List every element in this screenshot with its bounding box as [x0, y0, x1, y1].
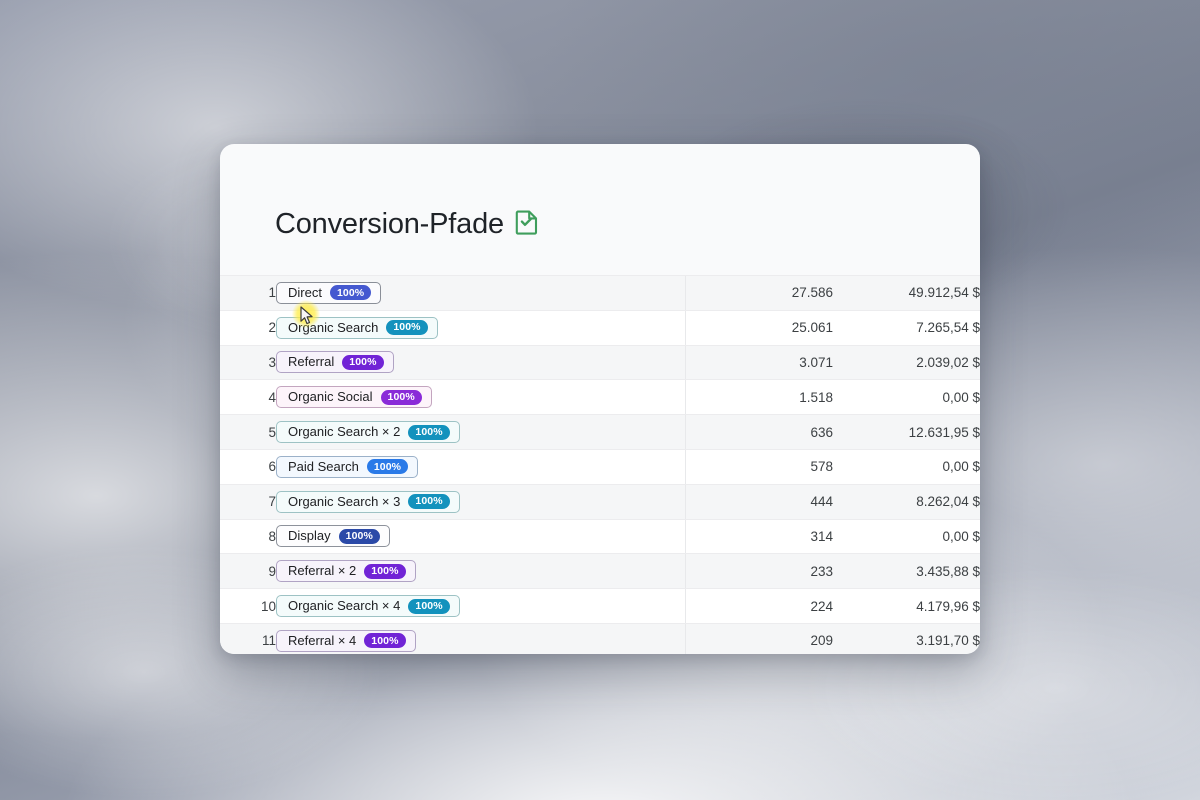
table-row[interactable]: 8 Display 100% 314 0,00 $ [220, 518, 980, 555]
path-cell: Organic Search 100% [276, 309, 685, 346]
path-chip[interactable]: Organic Search × 2 100% [276, 421, 460, 444]
conversions-cell: 233 [684, 553, 833, 590]
path-chip[interactable]: Display 100% [276, 525, 390, 548]
value-cell: 0,00 $ [833, 448, 980, 485]
path-chip-label: Organic Search × 2 [288, 424, 401, 440]
conversions-cell: 27.586 [684, 275, 833, 311]
row-index: 9 [220, 553, 276, 590]
path-chip-label: Organic Search [288, 319, 379, 335]
path-chip-label: Organic Search × 3 [288, 493, 401, 509]
value-cell: 49.912,54 $ [833, 275, 980, 311]
path-percent-badge: 100% [364, 633, 406, 649]
table-row[interactable]: 6 Paid Search 100% 578 0,00 $ [220, 448, 980, 485]
page-title: Conversion-Pfade [220, 144, 980, 243]
path-percent-badge: 100% [408, 424, 450, 440]
path-chip[interactable]: Paid Search 100% [276, 455, 419, 478]
path-cell: Organic Search × 2 100% [276, 414, 685, 450]
path-chip-label: Organic Search × 4 [288, 598, 401, 614]
path-cell: Organic Social 100% [276, 379, 685, 416]
row-index: 1 [220, 275, 276, 311]
table-row[interactable]: 1 Direct 100% 27.586 49.912,54 $ [220, 275, 980, 311]
table-body: 1 Direct 100% 27.586 49.912,54 $2 Organic Sea… [220, 275, 980, 654]
path-chip-label: Organic Social [288, 389, 373, 405]
row-index: 4 [220, 379, 276, 416]
table-row[interactable]: 10 Organic Search × 4 100% 224 4.179,96 $ [220, 588, 980, 624]
path-chip-label: Referral [288, 354, 335, 370]
conversions-cell: 444 [684, 483, 833, 520]
path-chip[interactable]: Referral 100% [276, 351, 394, 374]
table-row[interactable]: 4 Organic Social 100% 1.518 0,00 $ [220, 379, 980, 416]
path-chip-label: Referral × 2 [288, 563, 357, 579]
document-check-icon [515, 209, 539, 243]
conversions-cell: 314 [684, 518, 833, 555]
conversions-cell: 636 [684, 414, 833, 450]
path-chip[interactable]: Direct 100% [276, 281, 382, 304]
row-index: 5 [220, 414, 276, 450]
value-cell: 3.435,88 $ [833, 553, 980, 590]
path-cell: Direct 100% [276, 275, 685, 311]
row-index: 6 [220, 448, 276, 485]
path-percent-badge: 100% [386, 320, 428, 336]
value-cell: 4.179,96 $ [833, 588, 980, 624]
row-index: 11 [220, 622, 276, 654]
value-cell: 0,00 $ [833, 379, 980, 416]
path-chip[interactable]: Referral × 4 100% [276, 629, 416, 652]
path-cell: Paid Search 100% [276, 448, 685, 485]
value-cell: 0,00 $ [833, 518, 980, 555]
page-title-text: Conversion-Pfade [275, 208, 504, 240]
conversions-cell: 224 [684, 588, 833, 624]
path-percent-badge: 100% [342, 354, 384, 370]
value-cell: 8.262,04 $ [833, 483, 980, 520]
table-row[interactable]: 5 Organic Search × 2 100% 636 12.631,95 $ [220, 414, 980, 450]
path-percent-badge: 100% [408, 598, 450, 614]
value-cell: 2.039,02 $ [833, 344, 980, 381]
row-index: 3 [220, 344, 276, 381]
path-cell: Display 100% [276, 518, 685, 555]
path-percent-badge: 100% [329, 285, 372, 301]
conversions-cell: 3.071 [684, 344, 833, 381]
path-percent-badge: 100% [338, 528, 380, 544]
row-index: 2 [220, 309, 276, 346]
path-chip[interactable]: Organic Search × 3 100% [276, 490, 460, 513]
path-chip-label: Direct [288, 284, 322, 300]
value-cell: 3.191,70 $ [833, 622, 980, 654]
path-percent-badge: 100% [364, 563, 406, 579]
path-cell: Referral × 4 100% [276, 622, 685, 654]
value-cell: 12.631,95 $ [833, 414, 980, 450]
conversions-cell: 209 [684, 622, 833, 654]
table-row[interactable]: 9 Referral × 2 100% 233 3.435,88 $ [220, 553, 980, 590]
path-cell: Organic Search × 4 100% [276, 588, 685, 624]
value-cell: 7.265,54 $ [833, 309, 980, 346]
path-chip[interactable]: Organic Search 100% [276, 316, 438, 339]
path-cell: Organic Search × 3 100% [276, 483, 685, 520]
table-row[interactable]: 7 Organic Search × 3 100% 444 8.262,04 $ [220, 483, 980, 520]
row-index: 7 [220, 483, 276, 520]
path-cell: Referral × 2 100% [276, 553, 685, 590]
table-row[interactable]: 3 Referral 100% 3.071 2.039,02 $ [220, 344, 980, 381]
path-cell: Referral 100% [276, 344, 685, 381]
path-chip[interactable]: Organic Search × 4 100% [276, 595, 460, 618]
path-chip-label: Display [288, 528, 331, 544]
path-percent-badge: 100% [366, 459, 409, 475]
path-chip-label: Referral × 4 [288, 632, 357, 648]
table-row[interactable]: 2 Organic Search 100% 25.061 7.265,54 $ [220, 309, 980, 346]
path-percent-badge: 100% [380, 389, 422, 405]
path-chip-label: Paid Search [288, 458, 359, 474]
conversions-cell: 578 [684, 448, 833, 485]
conversion-paths-table: 1 Direct 100% 27.586 49.912,54 $2 Organic Sea… [220, 275, 980, 654]
path-chip[interactable]: Organic Social 100% [276, 386, 432, 409]
row-index: 10 [220, 588, 276, 624]
path-chip[interactable]: Referral × 2 100% [276, 560, 416, 583]
path-percent-badge: 100% [408, 494, 450, 510]
table-row[interactable]: 11 Referral × 4 100% 209 3.191,70 $ [220, 622, 980, 654]
conversions-cell: 25.061 [684, 309, 833, 346]
row-index: 8 [220, 518, 276, 555]
conversion-paths-card: Conversion-Pfade 1 Direct 100% 27.586 49.912… [220, 144, 980, 654]
conversions-cell: 1.518 [684, 379, 833, 416]
